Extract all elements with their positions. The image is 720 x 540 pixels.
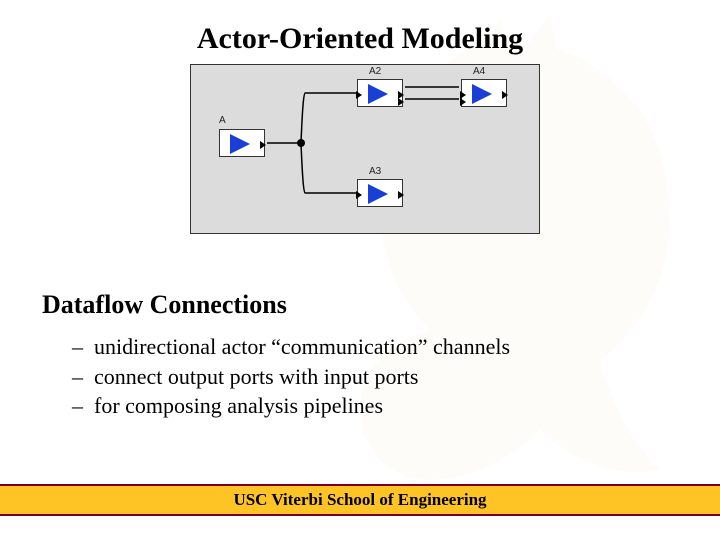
actor-a3 — [357, 179, 403, 207]
content-section: Dataflow Connections unidirectional acto… — [42, 290, 682, 421]
actor-a4-label: A4 — [473, 66, 485, 77]
actor-a3-label: A3 — [369, 166, 381, 177]
section-heading: Dataflow Connections — [42, 290, 682, 320]
actor-a4 — [461, 79, 507, 107]
actor-a-label: A — [219, 115, 226, 126]
footer-bar: USC Viterbi School of Engineering — [0, 484, 720, 516]
bullet-list: unidirectional actor “communication” cha… — [42, 332, 682, 421]
footer-text: USC Viterbi School of Engineering — [233, 490, 486, 510]
junction-node — [297, 139, 305, 147]
actor-a2-label: A2 — [369, 66, 381, 77]
actor-a — [219, 129, 265, 157]
bullet-item: for composing analysis pipelines — [72, 391, 682, 421]
bullet-item: unidirectional actor “communication” cha… — [72, 332, 682, 362]
actor-a2 — [357, 79, 403, 107]
slide-title: Actor-Oriented Modeling — [0, 22, 720, 56]
actor-diagram: A A2 A3 A4 — [190, 64, 540, 234]
bullet-item: connect output ports with input ports — [72, 362, 682, 392]
